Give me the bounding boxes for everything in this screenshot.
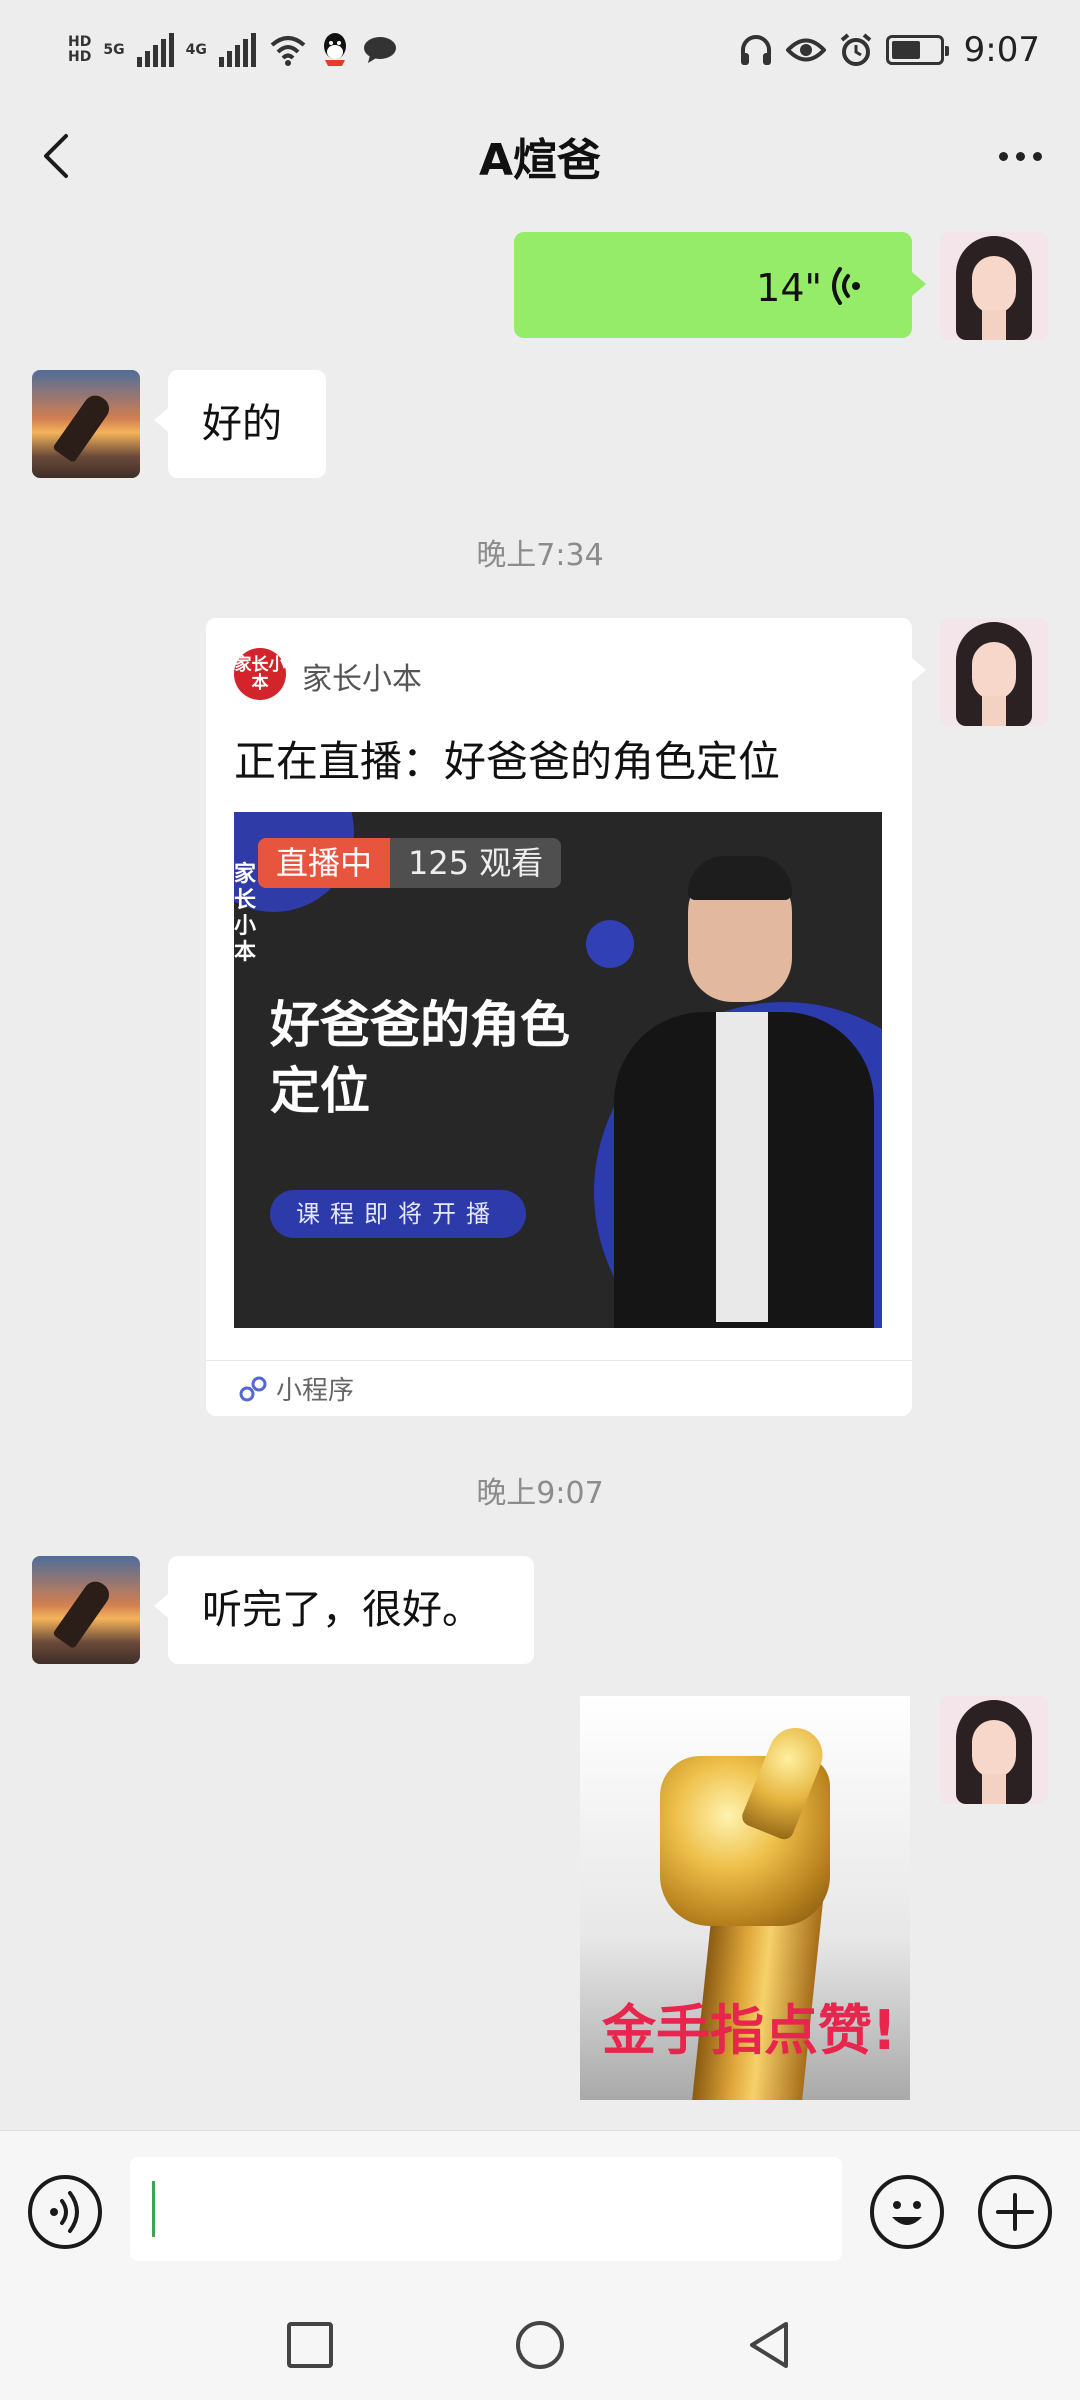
message-text: 好的 [202,401,282,447]
network-4g-label: 4G [185,41,207,58]
message-text: 听完了，很好。 [202,1587,482,1633]
wifi-icon [270,36,306,66]
message-text-input[interactable] [130,2157,842,2261]
battery-icon [885,35,949,65]
hd-label-2: HD [68,49,92,65]
signal-4g-icon [218,33,256,67]
home-button[interactable] [513,2318,567,2372]
text-cursor [152,2181,155,2237]
cover-headline: 好爸爸的角色定位 [270,996,570,1120]
back-button[interactable] [30,128,86,184]
hd-indicator: HD HD [68,35,91,65]
mini-program-logo: 家长小本 [234,648,286,700]
chat-title: A煊爸 [478,135,602,186]
voice-message-bubble[interactable]: 14" [514,232,926,338]
my-avatar[interactable] [940,232,1048,340]
my-avatar[interactable] [940,1696,1048,1804]
hd-label-1: HD [68,34,92,50]
emoji-button[interactable] [870,2175,944,2249]
live-badge-label: 直播中 [258,838,391,888]
presenter-image [614,856,874,1328]
more-actions-button[interactable] [978,2175,1052,2249]
sticker-message[interactable]: 金手指点赞! [580,1696,910,2100]
system-navigation-bar [0,2290,1080,2400]
more-options-button[interactable] [988,128,1052,184]
message-input-bar [0,2130,1080,2290]
mini-program-source: 家长小本 [302,662,422,697]
eye-icon [785,38,826,62]
my-avatar[interactable] [940,618,1048,726]
contact-avatar[interactable] [32,370,140,478]
mini-program-title: 正在直播：好爸爸的角色定位 [234,737,781,786]
mini-program-link-icon [239,1376,267,1401]
headphones-icon [740,35,771,65]
card-divider [206,1360,912,1361]
chat-title-bar: A煊爸 [0,100,1080,212]
more-dot-icon [998,151,1008,161]
recent-apps-button[interactable] [283,2318,337,2372]
status-bar: HD HD 5G 4G 9:07 [0,0,1080,100]
plus-icon [996,2193,1034,2231]
view-count: 125 观看 [390,838,562,888]
system-back-button[interactable] [742,2318,796,2372]
received-message-bubble[interactable]: 听完了，很好。 [154,1556,534,1664]
qq-icon [323,33,346,66]
voice-playback-icon [832,267,860,305]
status-bar-left: HD HD 5G 4G [68,32,398,68]
received-message-bubble[interactable]: 好的 [154,370,326,478]
voice-input-button[interactable] [28,2175,102,2249]
signal-5g-icon [136,33,174,67]
chat-notification-icon [363,37,396,63]
voice-duration: 14" [756,266,822,310]
more-dot-icon [1032,151,1042,161]
mini-program-card[interactable]: 家长小本 家长小本 正在直播：好爸爸的角色定位 家长小本 直播中 125 观看 … [206,618,926,1416]
more-dot-icon [1015,151,1025,161]
mini-program-footer: 小程序 [238,1370,354,1407]
message-timestamp: 晚上9:07 [476,1476,604,1511]
alarm-icon [840,33,871,66]
network-5g-label: 5G [103,41,125,58]
contact-avatar[interactable] [32,1556,140,1664]
status-time: 9:07 [963,30,1040,70]
live-status-badge: 直播中 125 观看 [258,838,562,888]
cover-pill-label: 课程即将开播 [270,1190,526,1238]
sticker-caption: 金手指点赞! [602,1999,897,2062]
status-bar-right: 9:07 [738,30,1040,70]
mini-program-footer-label: 小程序 [276,1376,355,1406]
emoji-icon [892,2201,922,2225]
message-timestamp: 晚上7:34 [476,538,604,573]
mini-program-cover-image: 家长小本 直播中 125 观看 好爸爸的角色定位 课程即将开播 [234,812,882,1328]
voice-input-icon [50,2191,79,2233]
